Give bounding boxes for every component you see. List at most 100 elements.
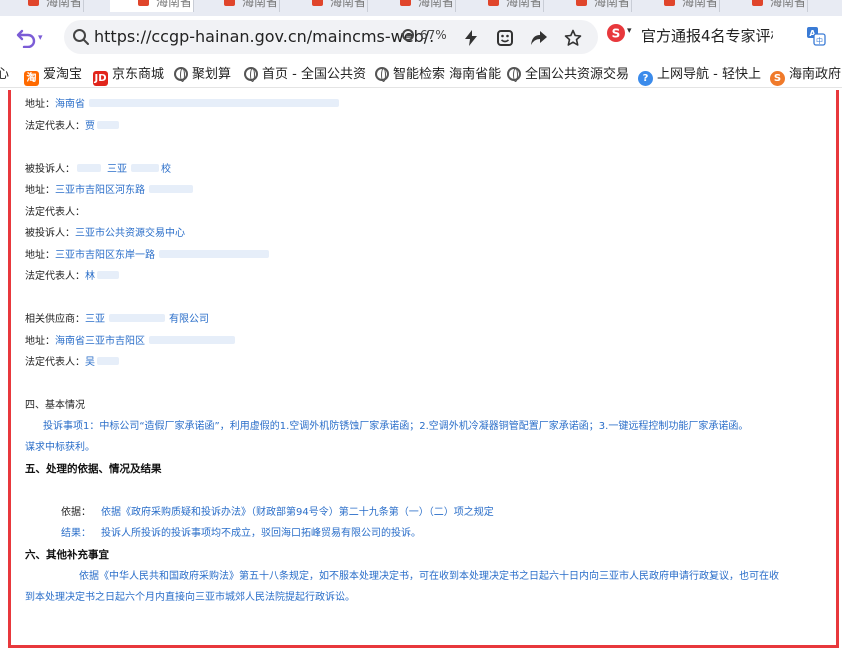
field-value: 海南省 — [55, 99, 85, 110]
redacted-text — [89, 99, 339, 107]
lightning-icon[interactable] — [462, 29, 480, 47]
bookmarks-bar: 心 淘爱淘宝 JD 京东商城 聚划算 首页 - 全国公共资 智能检索 海南省能 全… — [0, 62, 842, 88]
extension-icon[interactable] — [496, 29, 514, 47]
tab-label: 海南省 — [770, 0, 807, 9]
globe-icon — [507, 67, 521, 82]
field-value: 有限公司 — [169, 314, 209, 325]
field-label: 法定代表人： — [25, 121, 85, 132]
field-label: 结果： — [61, 528, 91, 539]
bookmark-item[interactable]: S 海南政府 — [770, 66, 841, 86]
section4-body-line2: 谋求中标获利。 — [25, 442, 95, 453]
zoom-icon — [402, 29, 414, 41]
field-label: 法定代表人： — [25, 207, 85, 218]
field-label: 地址： — [25, 250, 55, 261]
section-heading: 四、基本情况 — [25, 400, 85, 411]
star-icon[interactable] — [564, 29, 582, 47]
field-value: 三亚 — [85, 314, 105, 325]
redacted-text — [159, 250, 269, 258]
field-value: 贾 — [85, 121, 95, 132]
field-label: 依据： — [61, 507, 91, 518]
tab[interactable]: 海南省 — [724, 0, 808, 12]
section6-line1: 依据《中华人民共和国政府采购法》第五十八条规定，如不服本处理决定书，可在收到本处… — [79, 571, 779, 582]
field-label: 相关供应商： — [25, 314, 85, 325]
redacted-text — [149, 336, 235, 344]
tab[interactable]: 海南省 — [284, 0, 368, 12]
basis-row: 依据： 依据《政府采购质疑和投诉办法》（财政部第94号令）第二十九条第（一）（二）… — [61, 506, 494, 520]
tab-favicon-icon — [400, 0, 411, 6]
zoom-level: 67% — [420, 28, 447, 42]
respondent2-address-row: 地址：三亚市吉阳区东岸一路 — [25, 249, 269, 263]
section5-heading: 五、处理的依据、情况及结果 — [25, 463, 162, 475]
svg-text:中: 中 — [816, 36, 823, 45]
tab-favicon-icon — [576, 0, 587, 6]
section6-heading: 六、其他补充事宜 — [25, 549, 109, 561]
bookmark-item[interactable]: ? 上网导航 - 轻快上 — [638, 66, 761, 86]
translate-icon[interactable]: A 中 — [806, 26, 826, 46]
tab[interactable]: 海南省 — [548, 0, 632, 12]
field-value: 海南省三亚市吉阳区 — [55, 336, 145, 347]
globe-icon — [174, 67, 188, 82]
field-label: 法定代表人： — [25, 357, 85, 368]
field-value: 林 — [85, 271, 95, 282]
respondent1-row: 被投诉人： 三亚 校 — [25, 163, 171, 177]
bookmark-item[interactable]: 淘爱淘宝 — [24, 66, 83, 86]
tab[interactable]: 海南省 — [460, 0, 544, 12]
tab[interactable]: 海南省 — [0, 0, 84, 12]
supplier-address-row: 地址：海南省三亚市吉阳区 — [25, 335, 235, 349]
bookmark-item[interactable]: 聚划算 — [174, 66, 231, 84]
bookmark-item[interactable]: 首页 - 全国公共资 — [244, 66, 366, 84]
respondent1-address-row: 地址：三亚市吉阳区河东路 — [25, 184, 193, 198]
tab-favicon-icon — [664, 0, 675, 6]
tab-label: 海南省 — [242, 0, 279, 9]
hot-search-text[interactable]: 官方通报4名专家评标时 — [641, 25, 773, 46]
section6-line2: 到本处理决定书之日起六个月内直接向三亚市城郊人民法院提起行政诉讼。 — [25, 592, 355, 603]
tab[interactable]: 海南省 — [196, 0, 280, 12]
share-icon[interactable] — [530, 29, 548, 47]
tab-favicon-icon — [752, 0, 763, 6]
field-value: 依据《政府采购质疑和投诉办法》（财政部第94号令）第二十九条第（一）（二）项之规… — [101, 507, 494, 518]
complainant-address-row: 地址：海南省 — [25, 98, 339, 112]
field-value: 吴 — [85, 357, 95, 368]
field-value: 校 — [161, 164, 171, 175]
result-row: 结果： 投诉人所投诉的投诉事项均不成立，驳回海口拓峰贸易有限公司的投诉。 — [61, 527, 421, 541]
field-value: 三亚市吉阳区东岸一路 — [55, 250, 155, 261]
field-label: 被投诉人： — [25, 228, 75, 239]
bookmark-label: 心 — [0, 67, 9, 82]
sogou-icon[interactable]: S — [606, 23, 626, 43]
field-label: 地址： — [25, 99, 55, 110]
address-bar[interactable]: https://ccgp-hainan.gov.cn/maincms-web/.… — [64, 20, 598, 54]
bookmark-item[interactable]: 智能检索 海南省能 — [375, 66, 501, 84]
redacted-text — [97, 271, 119, 279]
field-label: 地址： — [25, 336, 55, 347]
supplier-row: 相关供应商：三亚 有限公司 — [25, 313, 209, 327]
bookmark-label: 京东商城 — [112, 67, 165, 82]
tab[interactable]: 海南省 — [372, 0, 456, 12]
bookmark-item[interactable]: 全国公共资源交易 — [507, 66, 629, 84]
redacted-text — [77, 164, 101, 172]
zoom-indicator[interactable]: 67% — [402, 28, 452, 46]
bookmark-item[interactable]: 心 — [0, 66, 9, 84]
respondent2-row: 被投诉人：三亚市公共资源交易中心 — [25, 227, 185, 241]
redacted-text — [149, 185, 193, 193]
bookmark-item[interactable]: JD 京东商城 — [93, 66, 165, 86]
back-button[interactable]: ▾ — [16, 24, 46, 50]
navigation-360-icon: ? — [638, 71, 653, 86]
sogou-icon: S — [770, 71, 785, 86]
search-engine-dropdown-icon[interactable]: ▾ — [627, 26, 632, 36]
field-value: 三亚市公共资源交易中心 — [75, 228, 185, 239]
search-icon — [73, 29, 89, 45]
bookmark-label: 爱淘宝 — [43, 67, 83, 82]
tab-active[interactable]: 海南省 — [110, 0, 194, 12]
tab-favicon-icon — [28, 0, 39, 6]
redacted-text — [109, 314, 165, 322]
back-dropdown-icon[interactable]: ▾ — [38, 25, 43, 51]
tab[interactable]: 海南省 — [636, 0, 720, 12]
browser-window: 海南省 海南省 海南省 海南省 海南省 海南省 海南省 海南省 海南省 ▾ ht… — [0, 0, 842, 652]
url-text[interactable]: https://ccgp-hainan.gov.cn/maincms-web/. — [94, 27, 434, 46]
globe-icon — [244, 67, 258, 82]
bookmark-label: 首页 - 全国公共资 — [262, 67, 366, 82]
jd-icon: JD — [93, 71, 108, 86]
respondent2-rep-row: 法定代表人：林 — [25, 270, 119, 284]
bookmark-label: 全国公共资源交易 — [525, 67, 630, 82]
respondent1-rep-row: 法定代表人： — [25, 206, 85, 220]
